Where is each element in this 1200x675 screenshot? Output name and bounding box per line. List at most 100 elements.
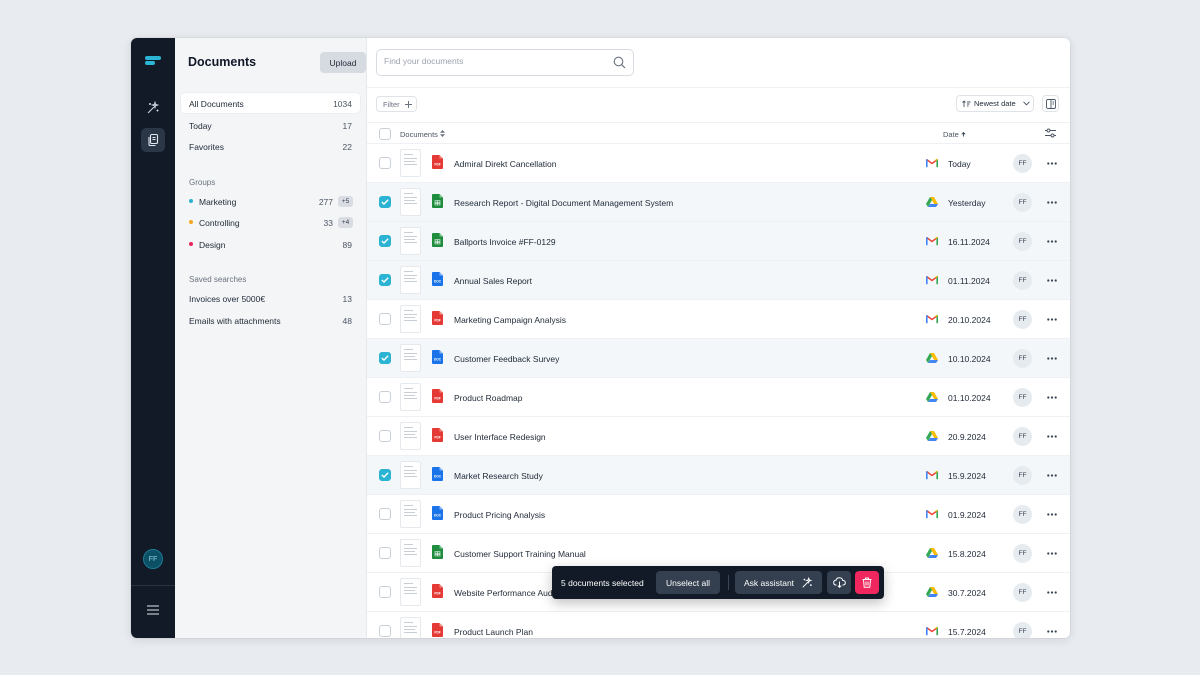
table-row[interactable]: PDF Product Roadmap 01.10.2024 FF	[367, 378, 1070, 417]
row-checkbox[interactable]	[379, 586, 391, 598]
row-more-button[interactable]	[1045, 546, 1059, 560]
document-name[interactable]: Research Report - Digital Document Manag…	[454, 198, 673, 208]
table-row[interactable]: DOC Market Research Study 15.9.2024 FF	[367, 456, 1070, 495]
search-input[interactable]	[384, 56, 599, 66]
document-name[interactable]: Website Performance Audit	[454, 588, 557, 598]
filter-button[interactable]: Filter	[376, 96, 417, 112]
menu-button[interactable]	[141, 598, 165, 622]
row-checkbox[interactable]	[379, 625, 391, 637]
more-horizontal-icon	[1047, 629, 1057, 633]
table-row[interactable]: PDF Marketing Campaign Analysis 20.10.2024…	[367, 300, 1070, 339]
table-row[interactable]: PDF Product Launch Plan 15.7.2024 FF	[367, 612, 1070, 638]
unselect-all-button[interactable]: Unselect all	[656, 571, 720, 594]
sidebar-group-marketing[interactable]: Marketing 277 +5	[181, 191, 360, 211]
document-name[interactable]: Annual Sales Report	[454, 276, 532, 286]
row-more-button[interactable]	[1045, 351, 1059, 365]
row-more-button[interactable]	[1045, 156, 1059, 170]
sort-dropdown[interactable]: Newest date	[956, 95, 1034, 112]
ask-assistant-button[interactable]: Ask assistant	[735, 571, 822, 594]
owner-avatar: FF	[1013, 505, 1032, 524]
google-drive-icon	[926, 197, 938, 207]
download-button[interactable]	[827, 571, 851, 594]
check-icon	[381, 199, 389, 205]
row-checkbox[interactable]	[379, 235, 391, 247]
row-more-button[interactable]	[1045, 234, 1059, 248]
row-more-button[interactable]	[1045, 273, 1059, 287]
select-all-checkbox[interactable]	[379, 128, 391, 140]
document-name[interactable]: Ballports Invoice #FF-0129	[454, 237, 556, 247]
document-thumbnail	[400, 500, 421, 528]
saved-search-emails[interactable]: Emails with attachments 48	[181, 310, 360, 330]
date-column-label: Date	[943, 130, 959, 139]
saved-search-invoices[interactable]: Invoices over 5000€ 13	[181, 288, 360, 308]
table-row[interactable]: PDF Admiral Direkt Cancellation Today FF	[367, 144, 1070, 183]
documents-column-header[interactable]: Documents	[400, 130, 446, 139]
table-row[interactable]: DOC Annual Sales Report 01.11.2024 FF	[367, 261, 1070, 300]
row-checkbox[interactable]	[379, 274, 391, 286]
row-checkbox[interactable]	[379, 157, 391, 169]
layout-toggle-button[interactable]	[1042, 95, 1059, 112]
document-name[interactable]: Market Research Study	[454, 471, 543, 481]
row-more-button[interactable]	[1045, 312, 1059, 326]
document-name[interactable]: Customer Support Training Manual	[454, 549, 586, 559]
row-more-button[interactable]	[1045, 390, 1059, 404]
row-checkbox[interactable]	[379, 469, 391, 481]
group-color-dot	[189, 220, 193, 224]
sidebar-item-label: Today	[189, 121, 212, 131]
more-horizontal-icon	[1047, 512, 1057, 516]
table-row[interactable]: DOC Customer Feedback Survey 10.10.2024 FF	[367, 339, 1070, 378]
document-date: Today	[948, 159, 971, 169]
document-thumbnail	[400, 461, 421, 489]
row-checkbox[interactable]	[379, 508, 391, 520]
row-more-button[interactable]	[1045, 468, 1059, 482]
sidebar-group-controlling[interactable]: Controlling 33 +4	[181, 212, 360, 232]
more-horizontal-icon	[1047, 590, 1057, 594]
sidebar-group-label: Marketing	[199, 197, 237, 207]
row-checkbox[interactable]	[379, 313, 391, 325]
row-more-button[interactable]	[1045, 624, 1059, 638]
upload-button[interactable]: Upload	[320, 52, 366, 73]
row-checkbox[interactable]	[379, 547, 391, 559]
svg-text:PDF: PDF	[434, 319, 440, 323]
sparkle-icon	[802, 576, 813, 588]
doc-file-icon: DOC	[432, 467, 443, 481]
documents-nav-button[interactable]	[141, 128, 165, 152]
row-checkbox[interactable]	[379, 430, 391, 442]
document-name[interactable]: Product Pricing Analysis	[454, 510, 545, 520]
column-settings-button[interactable]	[1045, 128, 1056, 140]
row-more-button[interactable]	[1045, 585, 1059, 599]
row-more-button[interactable]	[1045, 195, 1059, 209]
sidebar-item-count: 17	[342, 121, 352, 131]
sidebar-group-count: 33	[323, 218, 333, 228]
date-column-header[interactable]: Date	[943, 130, 966, 139]
table-row[interactable]: Research Report - Digital Document Manag…	[367, 183, 1070, 222]
document-name[interactable]: Customer Feedback Survey	[454, 354, 559, 364]
sidebar-item-favorites[interactable]: Favorites 22	[181, 136, 360, 156]
row-more-button[interactable]	[1045, 429, 1059, 443]
document-thumbnail	[400, 617, 421, 638]
sidebar-item-today[interactable]: Today 17	[181, 115, 360, 135]
delete-button[interactable]	[855, 571, 879, 594]
user-avatar[interactable]: FF	[143, 549, 163, 569]
logo-icon[interactable]	[145, 56, 161, 70]
saved-search-count: 13	[342, 294, 352, 304]
document-name[interactable]: Product Launch Plan	[454, 627, 533, 637]
row-more-button[interactable]	[1045, 507, 1059, 521]
document-name[interactable]: Admiral Direkt Cancellation	[454, 159, 557, 169]
row-checkbox[interactable]	[379, 391, 391, 403]
action-bar-divider	[728, 575, 729, 590]
sidebar-item-all-documents[interactable]: All Documents 1034	[181, 93, 360, 113]
table-row[interactable]: PDF User Interface Redesign 20.9.2024 FF	[367, 417, 1070, 456]
table-row[interactable]: DOC Product Pricing Analysis 01.9.2024 FF	[367, 495, 1070, 534]
check-icon	[381, 277, 389, 283]
document-name[interactable]: Marketing Campaign Analysis	[454, 315, 566, 325]
document-name[interactable]: Product Roadmap	[454, 393, 523, 403]
assistant-nav-button[interactable]	[141, 96, 165, 120]
row-checkbox[interactable]	[379, 352, 391, 364]
search-icon[interactable]	[613, 56, 626, 69]
row-checkbox[interactable]	[379, 196, 391, 208]
sidebar-group-design[interactable]: Design 89	[181, 234, 360, 254]
document-name[interactable]: User Interface Redesign	[454, 432, 546, 442]
gmail-icon	[926, 470, 938, 480]
table-row[interactable]: Ballports Invoice #FF-0129 16.11.2024 FF	[367, 222, 1070, 261]
